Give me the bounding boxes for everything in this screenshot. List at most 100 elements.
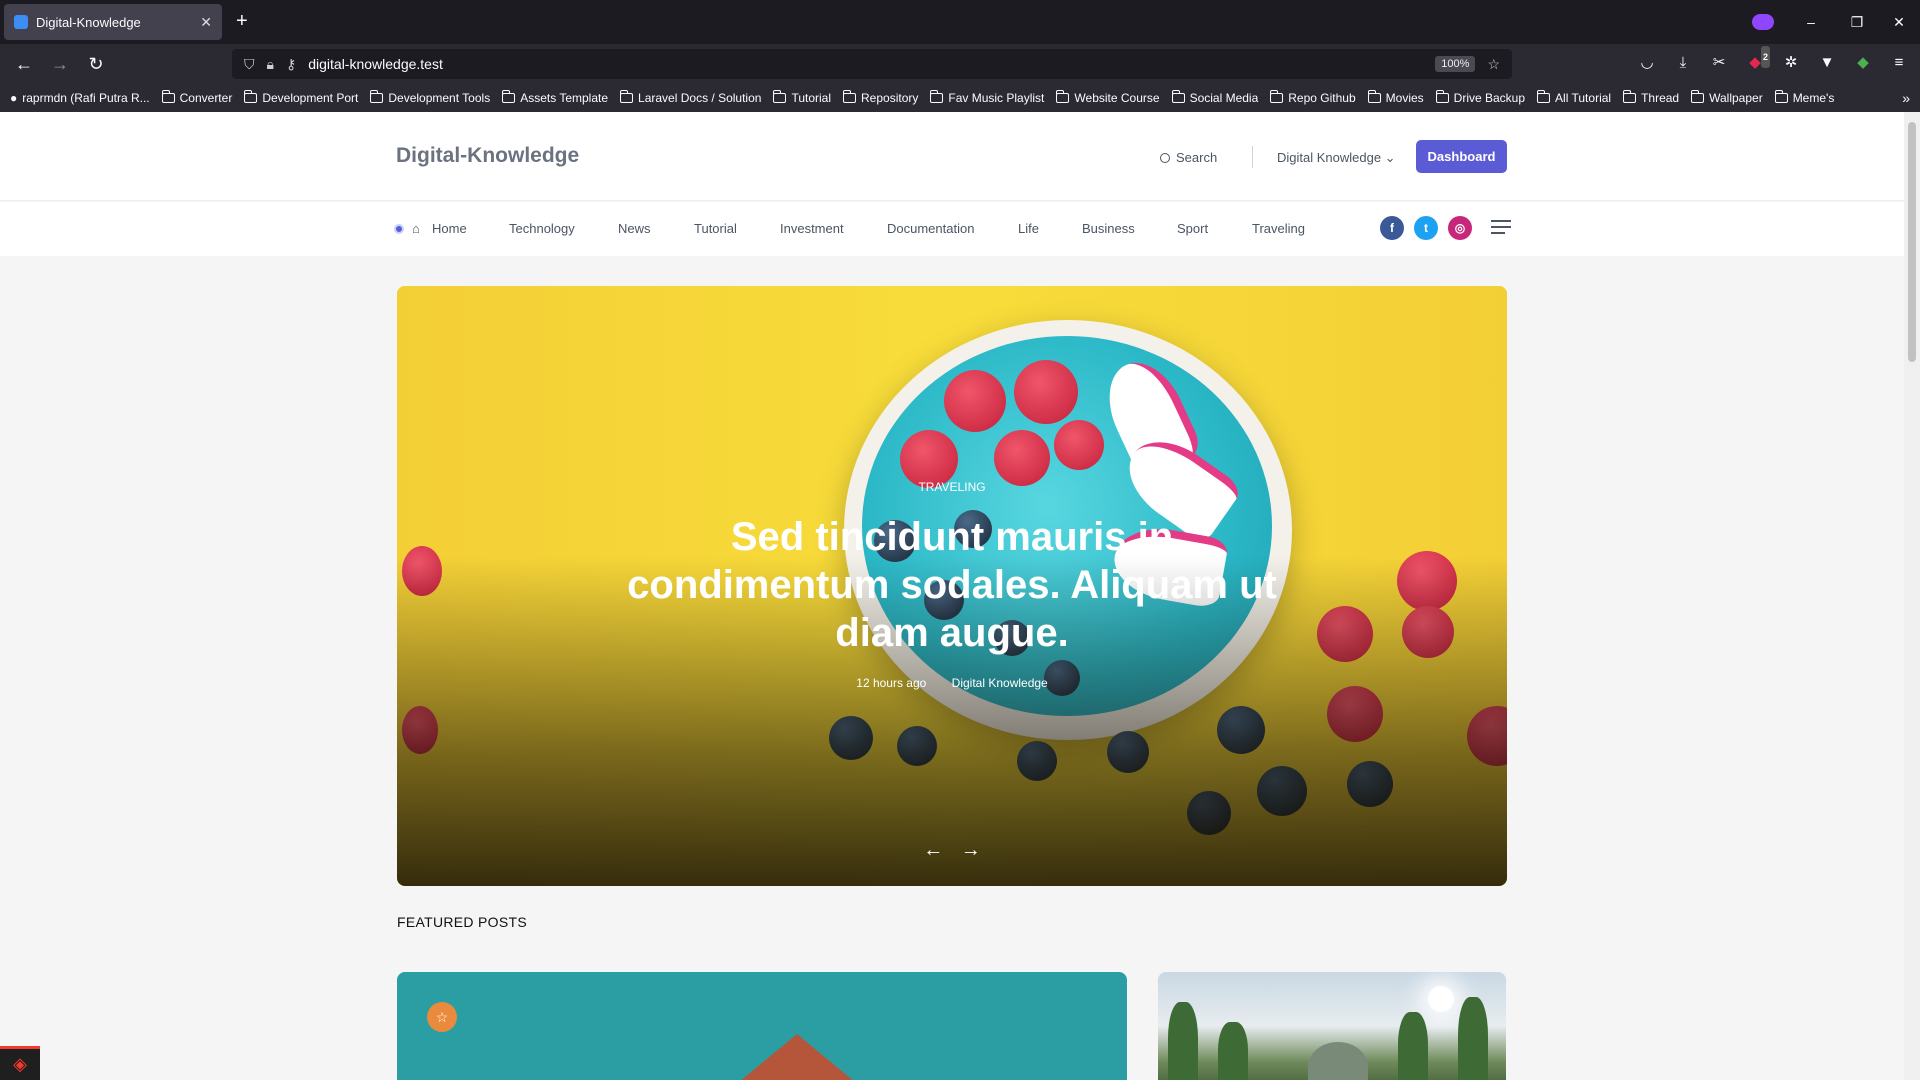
zoom-level[interactable]: 100% — [1435, 56, 1476, 72]
nav-item-life[interactable]: Life — [1018, 221, 1039, 236]
folder-icon — [1056, 90, 1070, 103]
tree-image — [1168, 1002, 1198, 1080]
bookmark-folder[interactable]: Movies — [1367, 90, 1424, 105]
nav-item-news[interactable]: News — [618, 221, 651, 236]
key-icon[interactable]: ⚷ — [286, 56, 296, 73]
web-page: Digital-Knowledge Search Digital Knowled… — [0, 112, 1904, 1080]
nav-item-investment[interactable]: Investment — [780, 221, 844, 236]
bookmark-folder[interactable]: Development Port — [244, 90, 358, 105]
twitter-icon[interactable]: t — [1414, 216, 1438, 240]
featured-post-card[interactable]: ☆ — [397, 972, 1127, 1080]
address-bar[interactable]: ⛉ 🔒︎ ⚷ digital-knowledge.test 100% ☆ — [232, 49, 1512, 79]
screenshot-icon[interactable]: ✂ — [1708, 52, 1730, 74]
forward-button[interactable]: → — [48, 52, 72, 76]
extension-colorful-icon[interactable]: ◆ — [1852, 52, 1874, 74]
bookmark-star-icon[interactable]: ☆ — [1487, 56, 1500, 73]
folder-icon — [502, 90, 516, 103]
url-text[interactable]: digital-knowledge.test — [308, 56, 443, 72]
featured-heading: FEATURED POSTS — [397, 914, 527, 930]
nav-item-sport[interactable]: Sport — [1177, 221, 1208, 236]
hero-time: 12 hours ago — [856, 676, 927, 690]
settings-extension-icon[interactable]: ✲ — [1780, 52, 1802, 74]
folder-icon — [843, 90, 857, 103]
arrow-right-icon[interactable]: → — [961, 839, 981, 861]
bookmark-item[interactable]: ● raprmdn (Rafi Putra R... — [10, 91, 150, 105]
scrollbar-thumb[interactable] — [1908, 122, 1916, 362]
bookmark-folder[interactable]: Tutorial — [773, 90, 831, 105]
folder-icon — [773, 90, 787, 103]
hero-category[interactable]: TRAVELING — [397, 480, 1507, 494]
folder-icon — [244, 90, 258, 103]
user-dropdown[interactable]: Digital Knowledge ⌄ — [1277, 150, 1396, 166]
bookmark-folder[interactable]: Converter — [161, 90, 232, 105]
folder-icon — [930, 90, 944, 103]
featured-post-card[interactable] — [1158, 972, 1506, 1080]
new-tab-button[interactable]: + — [236, 10, 248, 32]
bookmark-folder[interactable]: Repo Github — [1270, 90, 1356, 105]
nav-item-business[interactable]: Business — [1082, 221, 1135, 236]
tree-image — [1458, 997, 1488, 1080]
bookmark-folder[interactable]: Fav Music Playlist — [930, 90, 1044, 105]
lock-icon[interactable]: 🔒︎ — [267, 56, 274, 73]
nav-item-documentation[interactable]: Documentation — [887, 221, 974, 236]
private-mask-icon — [1748, 0, 1778, 44]
github-icon: ● — [10, 91, 18, 105]
bookmark-folder[interactable]: Repository — [843, 90, 918, 105]
facebook-icon[interactable]: f — [1380, 216, 1404, 240]
category-menu: ⌂ Home Technology News Tutorial Investme… — [0, 202, 1904, 256]
app-menu-icon[interactable]: ≡ — [1888, 52, 1910, 74]
extension-badge: 2 — [1760, 46, 1770, 68]
instagram-icon[interactable]: ◎ — [1448, 216, 1472, 240]
bookmark-folder[interactable]: Development Tools — [370, 90, 490, 105]
reload-button[interactable]: ↻ — [84, 52, 108, 76]
bookmarks-bar: ● raprmdn (Rafi Putra R... Converter Deve… — [0, 84, 1920, 112]
pocket-icon[interactable]: ◡ — [1636, 52, 1658, 74]
close-window-button[interactable]: ✕ — [1884, 0, 1914, 44]
nav-item-home[interactable]: Home — [432, 221, 467, 236]
browser-toolbar: ← → ↻ ⛉ 🔒︎ ⚷ digital-knowledge.test 100%… — [0, 44, 1920, 84]
vue-devtools-icon[interactable]: ▼ — [1816, 52, 1838, 74]
mountain-image — [1308, 1042, 1368, 1080]
back-button[interactable]: ← — [12, 52, 36, 76]
tab-close-icon[interactable]: ✕ — [200, 14, 212, 31]
ublock-icon[interactable]: ◆ 2 — [1744, 46, 1770, 74]
page-scrollbar[interactable] — [1904, 112, 1920, 1080]
folder-icon — [1270, 90, 1284, 103]
bookmark-folder[interactable]: Drive Backup — [1435, 90, 1525, 105]
building-image — [727, 1034, 867, 1080]
folder-icon — [1171, 90, 1185, 103]
menu-hamburger-icon[interactable] — [1491, 220, 1511, 234]
nav-item-tutorial[interactable]: Tutorial — [694, 221, 737, 236]
folder-icon — [620, 90, 634, 103]
folder-icon — [1435, 90, 1449, 103]
browser-tab-strip: Digital-Knowledge ✕ + – ❐ ✕ — [0, 0, 1920, 44]
header-divider — [1252, 146, 1253, 168]
shield-icon[interactable]: ⛉ — [244, 56, 255, 73]
dashboard-button[interactable]: Dashboard — [1416, 140, 1507, 173]
arrow-left-icon[interactable]: ← — [923, 839, 943, 861]
hero-title[interactable]: Sed tincidunt mauris in condimentum soda… — [597, 513, 1307, 657]
bookmark-folder[interactable]: Laravel Docs / Solution — [620, 90, 761, 105]
bookmark-folder[interactable]: Assets Template — [502, 90, 608, 105]
folder-icon — [1623, 90, 1637, 103]
folder-icon — [1774, 90, 1788, 103]
bookmark-folder[interactable]: All Tutorial — [1537, 90, 1611, 105]
browser-tab[interactable]: Digital-Knowledge ✕ — [4, 4, 222, 40]
bookmark-folder[interactable]: Wallpaper — [1691, 90, 1763, 105]
restore-button[interactable]: ❐ — [1842, 0, 1872, 44]
more-bookmarks-button[interactable]: » — [1902, 84, 1910, 112]
tab-title: Digital-Knowledge — [36, 14, 141, 30]
nav-item-traveling[interactable]: Traveling — [1252, 221, 1305, 236]
laravel-debugbar-icon[interactable]: ◈ — [0, 1046, 40, 1080]
downloads-icon[interactable]: ⤓ — [1672, 52, 1694, 74]
minimize-button[interactable]: – — [1796, 0, 1826, 44]
hero-carousel[interactable]: TRAVELING Sed tincidunt mauris in condim… — [397, 286, 1507, 886]
bookmark-folder[interactable]: Website Course — [1056, 90, 1160, 105]
hero-author[interactable]: Digital Knowledge — [952, 676, 1048, 690]
bookmark-folder[interactable]: Meme's — [1774, 90, 1834, 105]
bookmark-folder[interactable]: Thread — [1623, 90, 1679, 105]
search-button[interactable]: Search — [1160, 150, 1217, 165]
site-logo[interactable]: Digital-Knowledge — [396, 144, 579, 168]
bookmark-folder[interactable]: Social Media — [1171, 90, 1258, 105]
nav-item-technology[interactable]: Technology — [509, 221, 575, 236]
